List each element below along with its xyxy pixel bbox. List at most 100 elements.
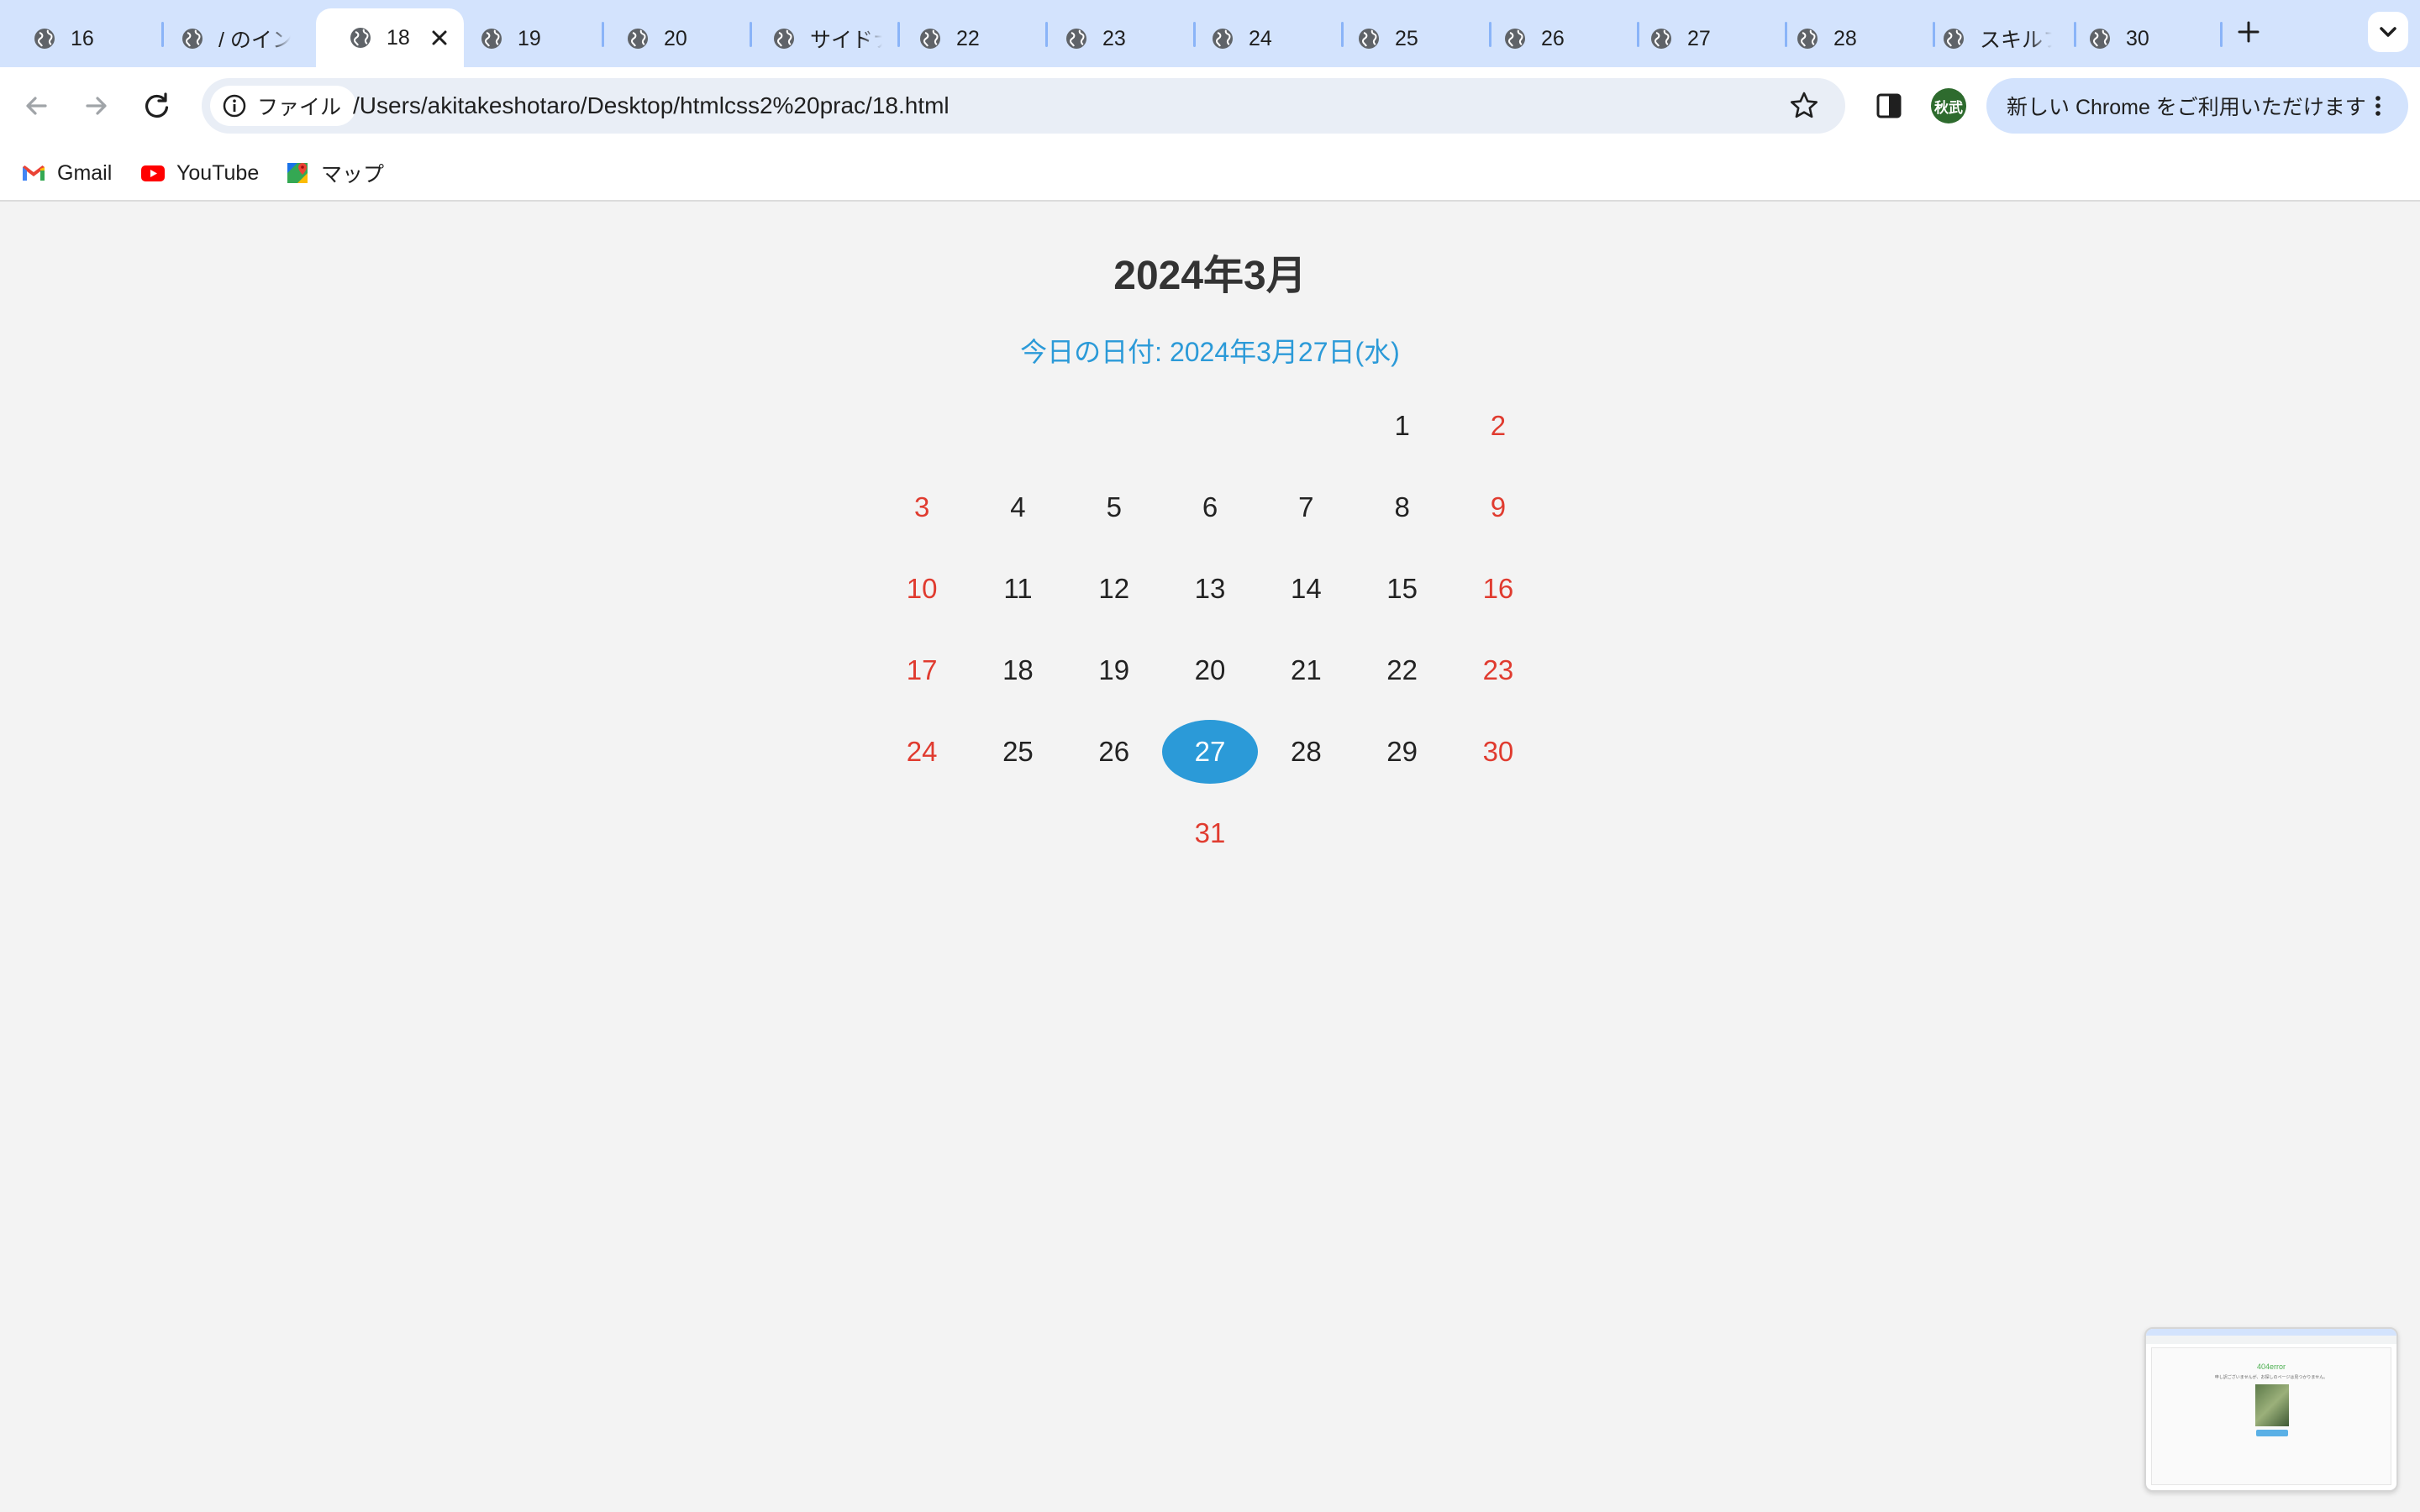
forward-button[interactable] xyxy=(76,86,116,126)
tab-title: 23 xyxy=(1102,26,1126,50)
bookmark-star-icon[interactable] xyxy=(1788,90,1820,122)
more-menu-icon[interactable] xyxy=(2365,92,2391,119)
tab-5[interactable]: 20 xyxy=(593,10,736,67)
empty-day-cell xyxy=(1066,792,1162,874)
tab-separator xyxy=(1341,22,1344,47)
empty-day-cell xyxy=(874,385,970,466)
tab-separator xyxy=(602,22,604,47)
globe-icon xyxy=(774,29,794,49)
profile-avatar[interactable]: 秋武 xyxy=(1931,88,1966,123)
tab-title: 28 xyxy=(1833,26,1857,50)
tab-title: 19 xyxy=(518,26,541,50)
day-cell-8: 8 xyxy=(1394,491,1410,522)
tab-separator xyxy=(750,22,752,47)
day-cell-9: 9 xyxy=(1490,491,1507,522)
tab-search-button[interactable] xyxy=(2368,12,2408,52)
day-cell-21: 21 xyxy=(1290,654,1322,685)
globe-icon xyxy=(481,29,502,49)
day-cell-2: 2 xyxy=(1490,409,1507,441)
bookmark-youtube[interactable]: YouTube xyxy=(139,156,259,190)
tab-11[interactable]: 26 xyxy=(1470,10,1613,67)
thumbnail-title: 404error xyxy=(2256,1362,2286,1371)
tab-separator xyxy=(897,22,900,47)
tab-4[interactable]: 19 xyxy=(447,10,590,67)
tab-separator xyxy=(1489,22,1491,47)
day-cell-16: 16 xyxy=(1482,572,1514,604)
globe-icon xyxy=(628,29,648,49)
page-content: 2024年3月 今日の日付: 2024年3月27日(水) 1 2 3 4 5 6 7 8 9 10… xyxy=(0,203,2420,1512)
day-cell-28: 28 xyxy=(1290,735,1322,767)
today-date-text: 今日の日付: 2024年3月27日(水) xyxy=(1020,337,1400,367)
url-text[interactable]: /Users/akitakeshotaro/Desktop/htmlcss2%2… xyxy=(353,78,950,134)
day-cell-18: 18 xyxy=(1002,654,1034,685)
day-cell-1: 1 xyxy=(1394,409,1410,441)
tab-separator xyxy=(1785,22,1787,47)
day-cell-26: 26 xyxy=(1098,735,1130,767)
day-cell-4: 4 xyxy=(1010,491,1026,522)
empty-day-cell xyxy=(1258,792,1354,874)
tab-1[interactable]: 16 xyxy=(0,10,143,67)
tab-9[interactable]: 24 xyxy=(1178,10,1321,67)
tab-separator xyxy=(161,22,164,47)
tab-separator xyxy=(1637,22,1639,47)
tab-title: / のイン xyxy=(218,29,291,52)
tab-preview-thumbnail[interactable]: 404error 申し訳ございませんが、お探しのページは見つかりません。 xyxy=(2144,1327,2398,1492)
new-tab-button[interactable] xyxy=(2232,15,2265,49)
day-cell-20: 20 xyxy=(1194,654,1226,685)
tab-7[interactable]: 22 xyxy=(886,10,1028,67)
empty-day-cell xyxy=(970,792,1065,874)
address-bar[interactable]: ファイル /Users/akitakeshotaro/Desktop/htmlc… xyxy=(202,78,1845,134)
tab-title: 24 xyxy=(1249,26,1272,50)
update-chrome-label: 新しい Chrome をご利用いただけます xyxy=(2007,96,2366,119)
back-button[interactable] xyxy=(17,86,57,126)
empty-day-cell xyxy=(1450,792,1546,874)
day-cell-13: 13 xyxy=(1194,572,1226,604)
day-cell-19: 19 xyxy=(1098,654,1130,685)
tab-separator xyxy=(2074,22,2076,47)
bookmarks-bar: Gmail YouTube マップ xyxy=(0,144,2420,202)
globe-icon xyxy=(1797,29,1818,49)
day-cell-5: 5 xyxy=(1106,491,1122,522)
update-chrome-button[interactable]: 新しい Chrome をご利用いただけます xyxy=(1986,78,2408,134)
reload-button[interactable] xyxy=(137,86,177,126)
tab-title: 26 xyxy=(1541,26,1565,50)
day-cell-25: 25 xyxy=(1002,735,1034,767)
day-cell-12: 12 xyxy=(1098,572,1130,604)
globe-icon xyxy=(1944,29,1964,49)
empty-day-cell xyxy=(970,385,1065,466)
tab-15[interactable]: 30 xyxy=(2055,10,2198,67)
tab-title: 30 xyxy=(2126,26,2149,50)
tab-strip: 16 / のイン 18 19 20 サイドナ 22 23 24 25 26 27 28 スキルフ 30 xyxy=(0,0,2420,67)
tab-2[interactable]: / のイン xyxy=(148,10,291,67)
tab-title: スキルフ xyxy=(1980,29,2052,52)
tab-3[interactable]: 18 xyxy=(316,8,464,67)
globe-icon xyxy=(182,29,203,49)
tab-8[interactable]: 23 xyxy=(1032,10,1175,67)
site-info-label: ファイル xyxy=(257,96,342,119)
globe-icon xyxy=(350,28,371,48)
tab-14[interactable]: スキルフ xyxy=(1909,10,2052,67)
tab-separator xyxy=(1193,22,1196,47)
tab-10[interactable]: 25 xyxy=(1324,10,1467,67)
day-cell-30: 30 xyxy=(1482,735,1514,767)
day-cell-6: 6 xyxy=(1202,491,1218,522)
day-cell-15: 15 xyxy=(1386,572,1418,604)
thumbnail-button xyxy=(2256,1430,2288,1436)
bookmark-label: Gmail xyxy=(57,160,113,185)
bookmark-gmail[interactable]: Gmail xyxy=(20,156,112,190)
site-info-chip[interactable]: ファイル xyxy=(210,86,357,126)
tab-separator xyxy=(1045,22,1048,47)
tab-separator xyxy=(1933,22,1935,47)
bookmark-label: YouTube xyxy=(176,160,260,185)
globe-icon xyxy=(34,29,55,49)
bookmark-maps[interactable]: マップ xyxy=(284,156,384,190)
youtube-icon xyxy=(141,165,165,181)
calendar-grid: 1 2 3 4 5 6 7 8 9 10 11 12 13 14 15 16 17 18 19 20 21 22 23 24 2… xyxy=(874,385,1546,874)
tab-title: 20 xyxy=(664,26,687,50)
browser-toolbar: ファイル /Users/akitakeshotaro/Desktop/htmlc… xyxy=(0,67,2420,144)
tab-6[interactable]: サイドナ xyxy=(739,10,882,67)
tab-title: 18 xyxy=(387,25,410,50)
empty-day-cell xyxy=(1066,385,1162,466)
side-panel-icon[interactable] xyxy=(1870,87,1907,124)
thumbnail-toolbar xyxy=(2146,1336,2396,1344)
